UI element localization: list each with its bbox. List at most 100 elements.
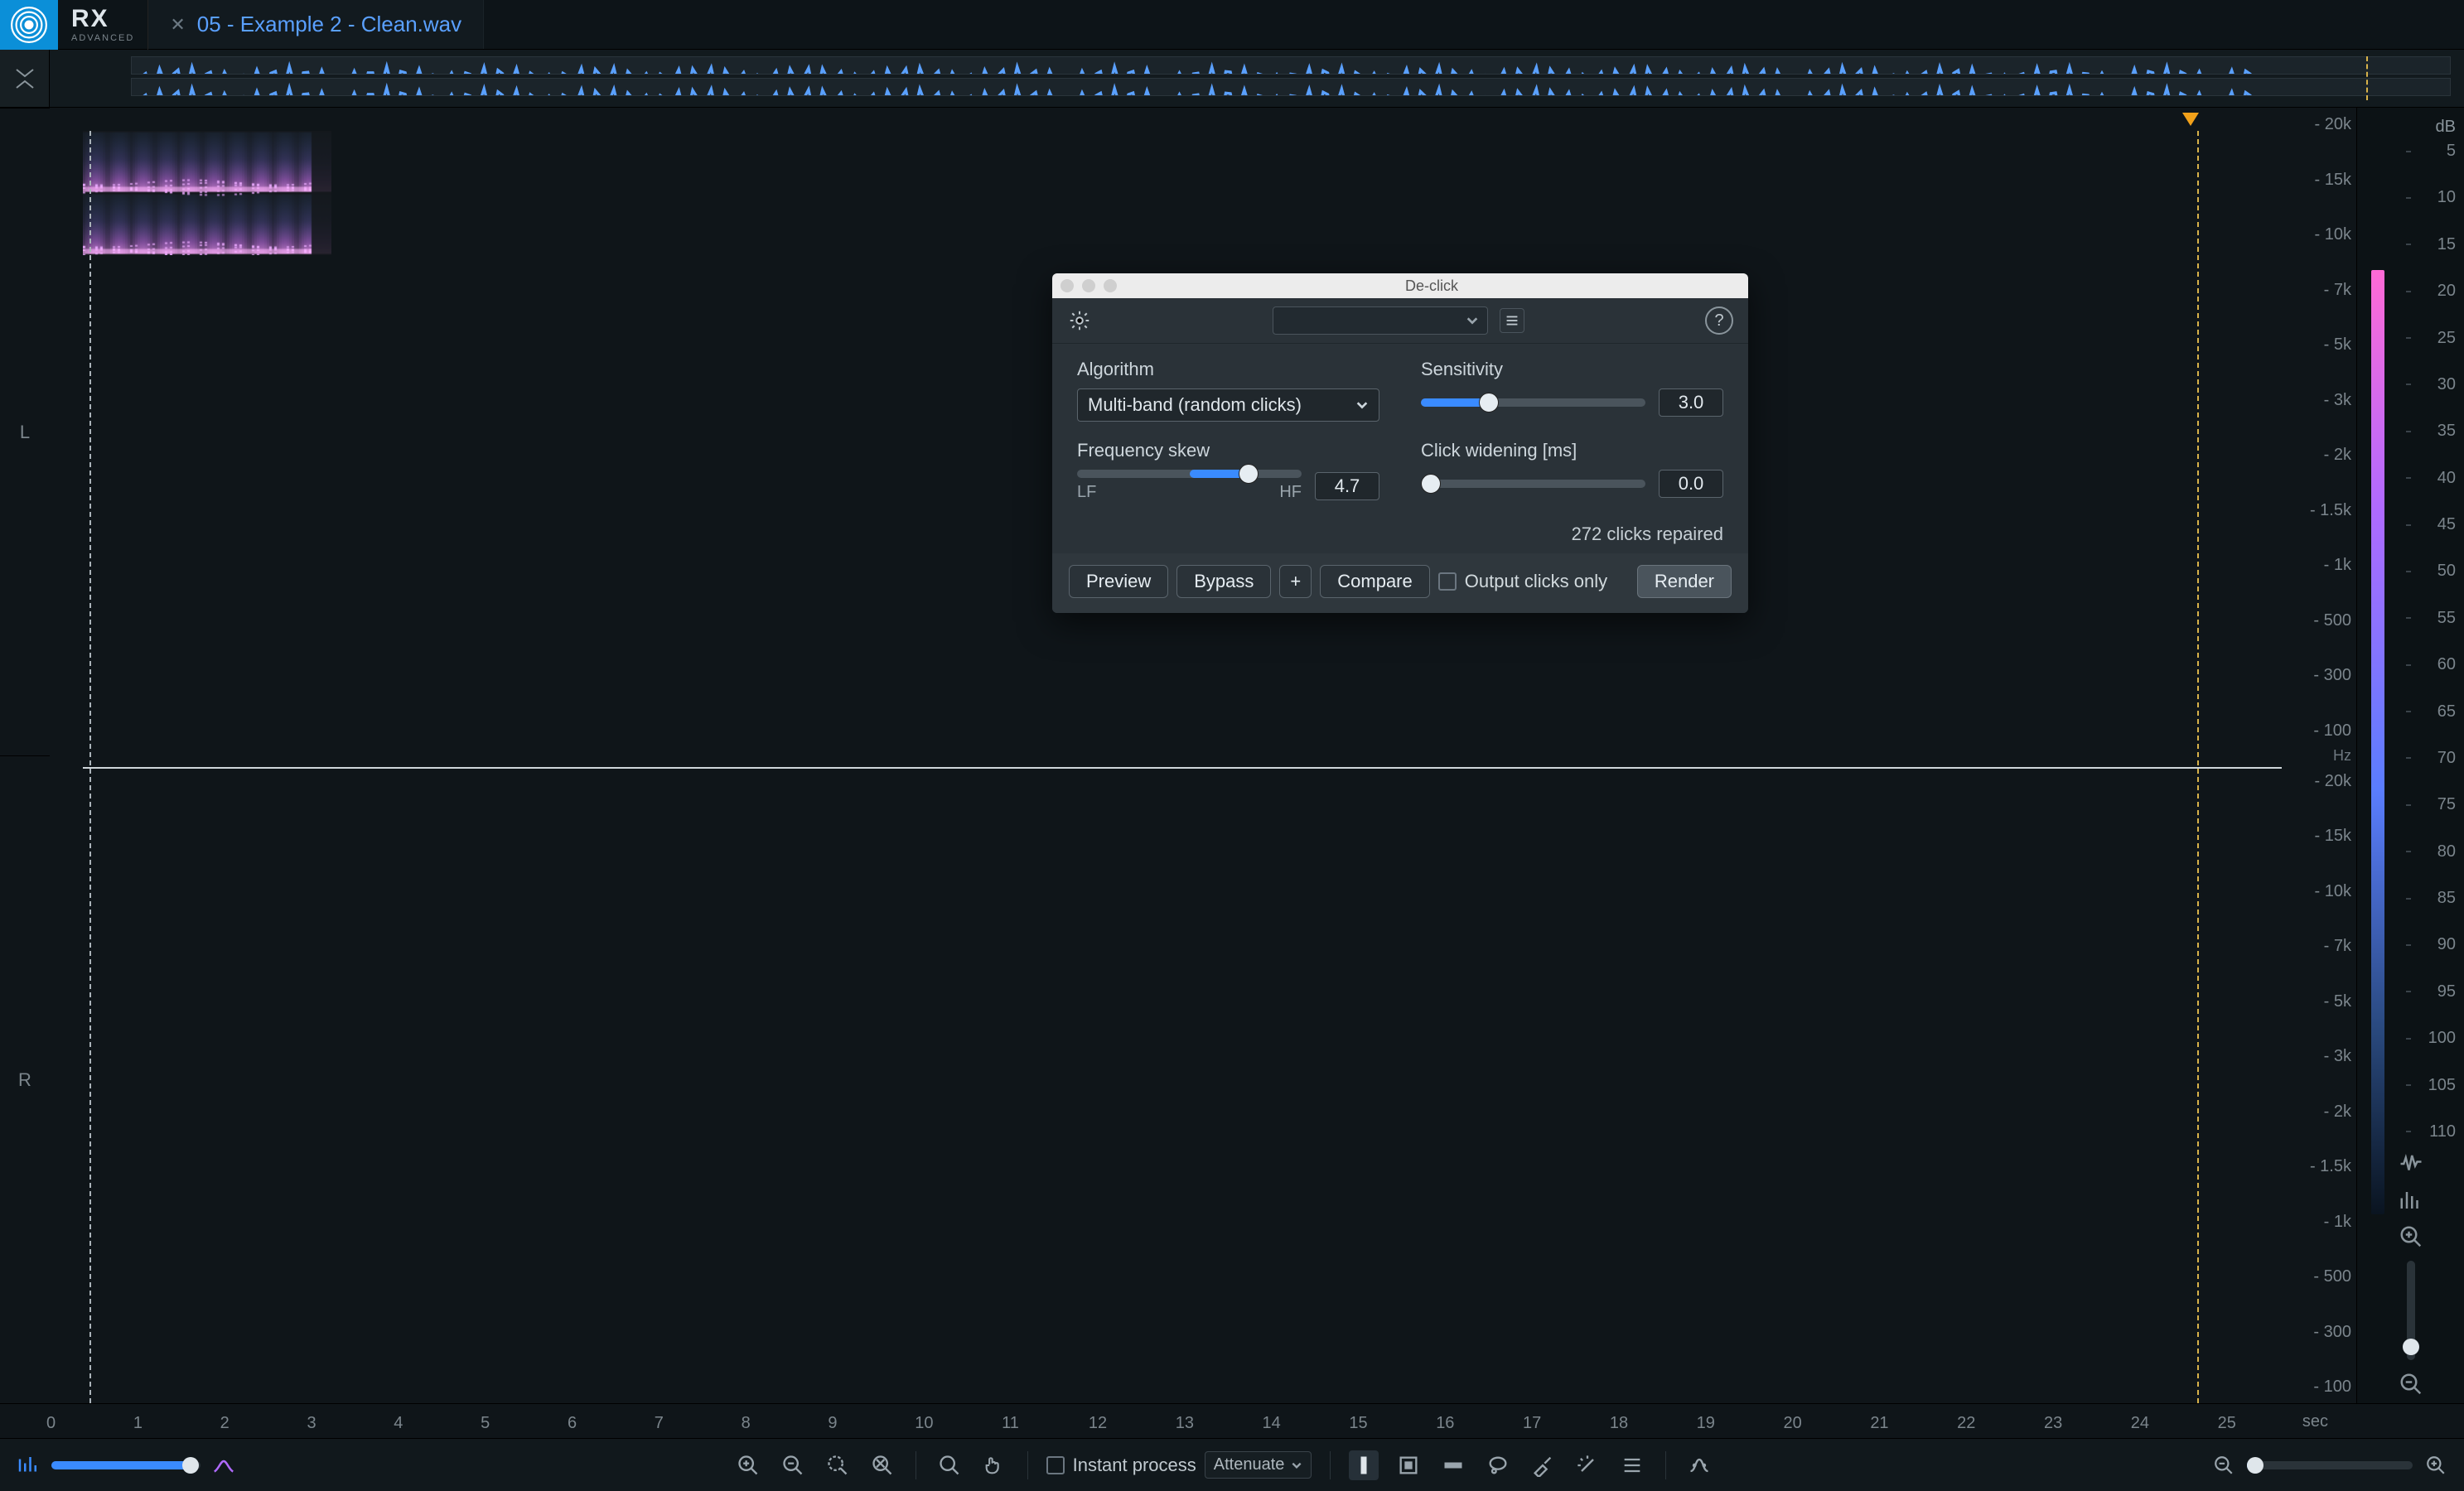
view-blend-slider[interactable] [51, 1461, 201, 1469]
compare-button[interactable]: Compare [1320, 565, 1429, 598]
freq-tick: - 500 [2285, 612, 2351, 629]
time-ruler[interactable]: sec 012345678910111213141516171819202122… [0, 1403, 2464, 1438]
freq-tick: - 1.5k [2285, 1158, 2351, 1175]
freq-skew-slider[interactable] [1077, 470, 1302, 478]
playhead-line[interactable] [2197, 131, 2199, 1403]
time-tick: 15 [1349, 1414, 1367, 1433]
brush-tool-icon[interactable] [1528, 1450, 1558, 1480]
overview-collapse-toggle[interactable] [0, 50, 50, 107]
instant-mode-select[interactable]: Attenuate [1205, 1451, 1312, 1479]
harmonics-tool-icon[interactable] [1617, 1450, 1647, 1480]
instant-process-label: Instant process [1073, 1455, 1196, 1476]
overview-track-right[interactable] [131, 78, 2451, 96]
zoom-in-icon[interactable] [733, 1450, 763, 1480]
selection-start-line[interactable] [89, 131, 91, 1403]
time-tick: 9 [828, 1414, 837, 1433]
freq-skew-lf: LF [1077, 483, 1096, 502]
db-tick-row: 5 [2365, 142, 2456, 161]
output-clicks-checkbox[interactable] [1438, 572, 1457, 591]
timefreq-selection-tool-icon[interactable] [1394, 1450, 1423, 1480]
waveform-view-icon[interactable] [2399, 1151, 2423, 1176]
zoom-tool-icon[interactable] [935, 1450, 964, 1480]
traffic-close-icon[interactable] [1060, 279, 1074, 292]
contour-tool-icon[interactable] [1684, 1450, 1714, 1480]
sensitivity-value[interactable]: 3.0 [1659, 388, 1723, 417]
time-tick: 18 [1610, 1414, 1628, 1433]
app-logo [0, 0, 58, 50]
output-clicks-label: Output clicks only [1465, 571, 1607, 592]
freq-tick: - 2k [2285, 446, 2351, 463]
tabs: ✕ 05 - Example 2 - Clean.wav [148, 0, 484, 49]
freq-tick: - 300 [2285, 1324, 2351, 1340]
horizontal-zoom-out-icon[interactable] [2209, 1450, 2239, 1480]
zoom-selection-icon[interactable] [823, 1450, 853, 1480]
file-tab[interactable]: ✕ 05 - Example 2 - Clean.wav [148, 0, 484, 49]
db-tick-row: 10 [2365, 188, 2456, 207]
time-tick: 4 [394, 1414, 403, 1433]
zoom-reset-icon[interactable] [867, 1450, 897, 1480]
freq-tick: - 500 [2285, 1268, 2351, 1285]
overview-track-left[interactable] [131, 56, 2451, 75]
time-tick: 19 [1697, 1414, 1715, 1433]
lasso-tool-icon[interactable] [1483, 1450, 1513, 1480]
freq-selection-tool-icon[interactable] [1438, 1450, 1468, 1480]
traffic-max-icon[interactable] [1104, 279, 1117, 292]
time-tick: 12 [1089, 1414, 1107, 1433]
grab-tool-icon[interactable] [979, 1450, 1009, 1480]
db-title: dB [2365, 118, 2456, 137]
time-tick: 13 [1176, 1414, 1194, 1433]
zoom-out-icon[interactable] [778, 1450, 808, 1480]
playhead-marker-icon[interactable] [2182, 113, 2199, 126]
instant-process-checkbox[interactable] [1046, 1456, 1065, 1474]
preset-menu-icon[interactable] [1500, 308, 1524, 333]
algorithm-select[interactable]: Multi-band (random clicks) [1077, 388, 1379, 422]
overview-strip [0, 50, 2464, 108]
spectrogram-view-icon[interactable] [2399, 1188, 2423, 1213]
preview-button[interactable]: Preview [1069, 565, 1168, 598]
bypass-button[interactable]: Bypass [1176, 565, 1271, 598]
zoom-in-color-icon[interactable] [2399, 1224, 2423, 1249]
spectrogram-opacity-icon[interactable] [209, 1450, 239, 1480]
time-tick: 14 [1263, 1414, 1281, 1433]
dialog-titlebar[interactable]: De-click [1052, 273, 1748, 298]
amplitude-panel: dB 5101520253035404550556065707580859095… [2356, 108, 2464, 1403]
horizontal-zoom-in-icon[interactable] [2421, 1450, 2451, 1480]
click-widen-slider[interactable] [1421, 480, 1645, 488]
render-button[interactable]: Render [1637, 565, 1732, 598]
freq-skew-hf: HF [1279, 483, 1302, 502]
overview-waveforms[interactable] [131, 56, 2451, 100]
waveform-opacity-icon[interactable] [13, 1450, 43, 1480]
freq-tick: - 3k [2285, 1048, 2351, 1064]
timeline-header[interactable] [83, 108, 2282, 131]
overview-playhead[interactable] [2366, 56, 2368, 100]
freq-tick: - 3k [2285, 392, 2351, 408]
window-controls[interactable] [1060, 279, 1117, 292]
time-tick: 23 [2044, 1414, 2062, 1433]
time-tick: 25 [2218, 1414, 2236, 1433]
instant-mode-value: Attenuate [1214, 1455, 1285, 1474]
sensitivity-slider[interactable] [1421, 398, 1645, 407]
freq-tick: - 300 [2285, 667, 2351, 683]
freq-tick: - 7k [2285, 938, 2351, 954]
zoom-out-color-icon[interactable] [2399, 1372, 2423, 1397]
time-tick: 24 [2131, 1414, 2149, 1433]
freq-skew-value[interactable]: 4.7 [1315, 472, 1379, 500]
bottom-toolbar: Instant process Attenuate [0, 1438, 2464, 1491]
click-widen-value[interactable]: 0.0 [1659, 470, 1723, 498]
color-range-slider[interactable] [2407, 1261, 2415, 1360]
horizontal-zoom-slider[interactable] [2247, 1461, 2413, 1469]
frequency-ruler: - 20k- 15k- 10k- 7k- 5k- 3k- 2k- 1.5k- 1… [2285, 108, 2356, 1403]
learn-icon[interactable] [1067, 308, 1092, 333]
traffic-min-icon[interactable] [1082, 279, 1095, 292]
tab-close-icon[interactable]: ✕ [170, 14, 185, 36]
freq-tick: - 100 [2285, 1378, 2351, 1395]
time-tick: 20 [1783, 1414, 1801, 1433]
time-selection-tool-icon[interactable] [1349, 1450, 1379, 1480]
magic-wand-tool-icon[interactable] [1573, 1450, 1602, 1480]
add-tab-button[interactable]: + [1279, 565, 1312, 598]
declick-dialog[interactable]: De-click ? Algorithm Multi-band (random … [1052, 273, 1748, 613]
help-icon[interactable]: ? [1705, 306, 1733, 335]
titlebar: RX ADVANCED ✕ 05 - Example 2 - Clean.wav [0, 0, 2464, 50]
preset-select[interactable] [1273, 306, 1488, 335]
freq-tick: - 1k [2285, 557, 2351, 573]
